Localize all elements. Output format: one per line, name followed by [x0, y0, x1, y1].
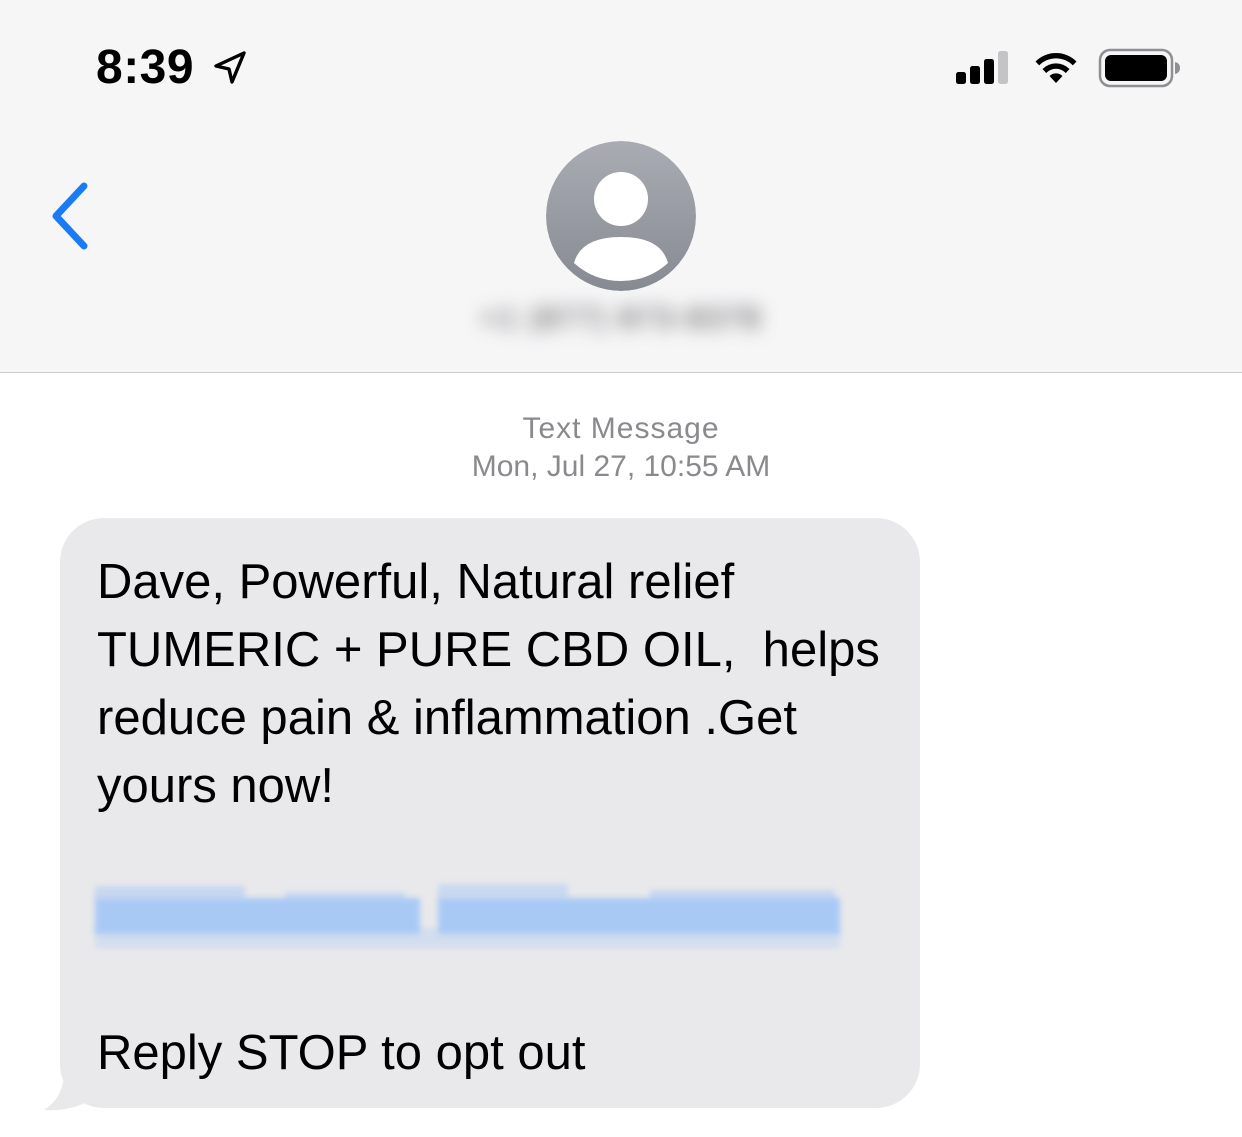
- message-meta: Text Message Mon, Jul 27, 10:55 AM: [0, 410, 1242, 486]
- message-body: Dave, Powerful, Natural relief TUMERIC +…: [97, 555, 880, 813]
- service-label: Text Message: [522, 412, 720, 445]
- status-time: 8:39: [96, 41, 195, 94]
- opt-out-text: Reply STOP to opt out: [97, 1026, 586, 1080]
- back-button[interactable]: [40, 176, 100, 256]
- redacted-link[interactable]: [95, 878, 845, 950]
- location-arrow-icon: [214, 51, 246, 84]
- message-timestamp: Mon, Jul 27, 10:55 AM: [471, 450, 771, 483]
- status-bar: 8:39: [0, 0, 1242, 130]
- battery-icon: [1098, 48, 1180, 88]
- person-silhouette-icon: [546, 141, 696, 291]
- wifi-icon: [1035, 53, 1077, 83]
- avatar[interactable]: [546, 141, 696, 291]
- cellular-signal-icon: [956, 51, 1008, 84]
- conversation-header: 8:39 +1 (877) 873-8378: [0, 0, 1242, 373]
- contact-name[interactable]: +1 (877) 873-8378: [0, 302, 1242, 336]
